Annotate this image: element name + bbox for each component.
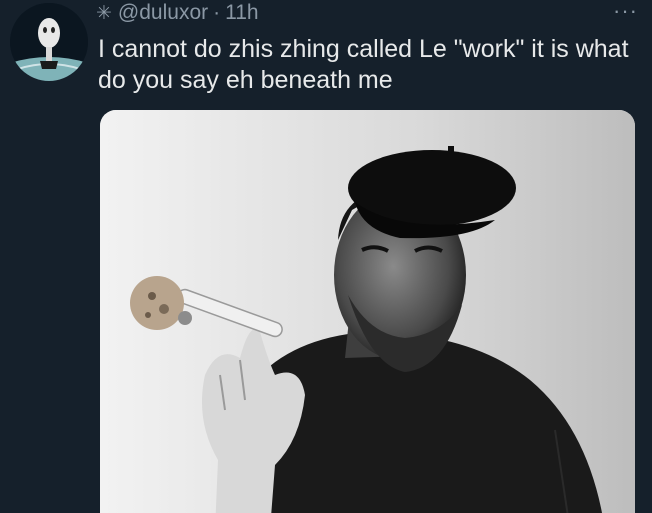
tweet-text: I cannot do zhis zhing called Le "work" … bbox=[98, 35, 629, 94]
tweet-header: ✳ @duluxor · 11h bbox=[96, 0, 259, 27]
separator-dot: · bbox=[213, 1, 221, 24]
more-dots-icon[interactable]: ··· bbox=[613, 0, 638, 22]
avatar-image bbox=[10, 3, 88, 81]
avatar[interactable] bbox=[10, 3, 88, 81]
media-photo bbox=[100, 110, 635, 513]
author-handle[interactable]: @duluxor bbox=[118, 1, 208, 24]
tweet-media[interactable] bbox=[100, 110, 635, 513]
tweet-card: ✳ @duluxor · 11h ··· I cannot do zhis zhing… bbox=[0, 0, 652, 513]
tweet-time[interactable]: 11h bbox=[225, 1, 258, 24]
sparkle-icon: ✳ bbox=[96, 3, 112, 24]
